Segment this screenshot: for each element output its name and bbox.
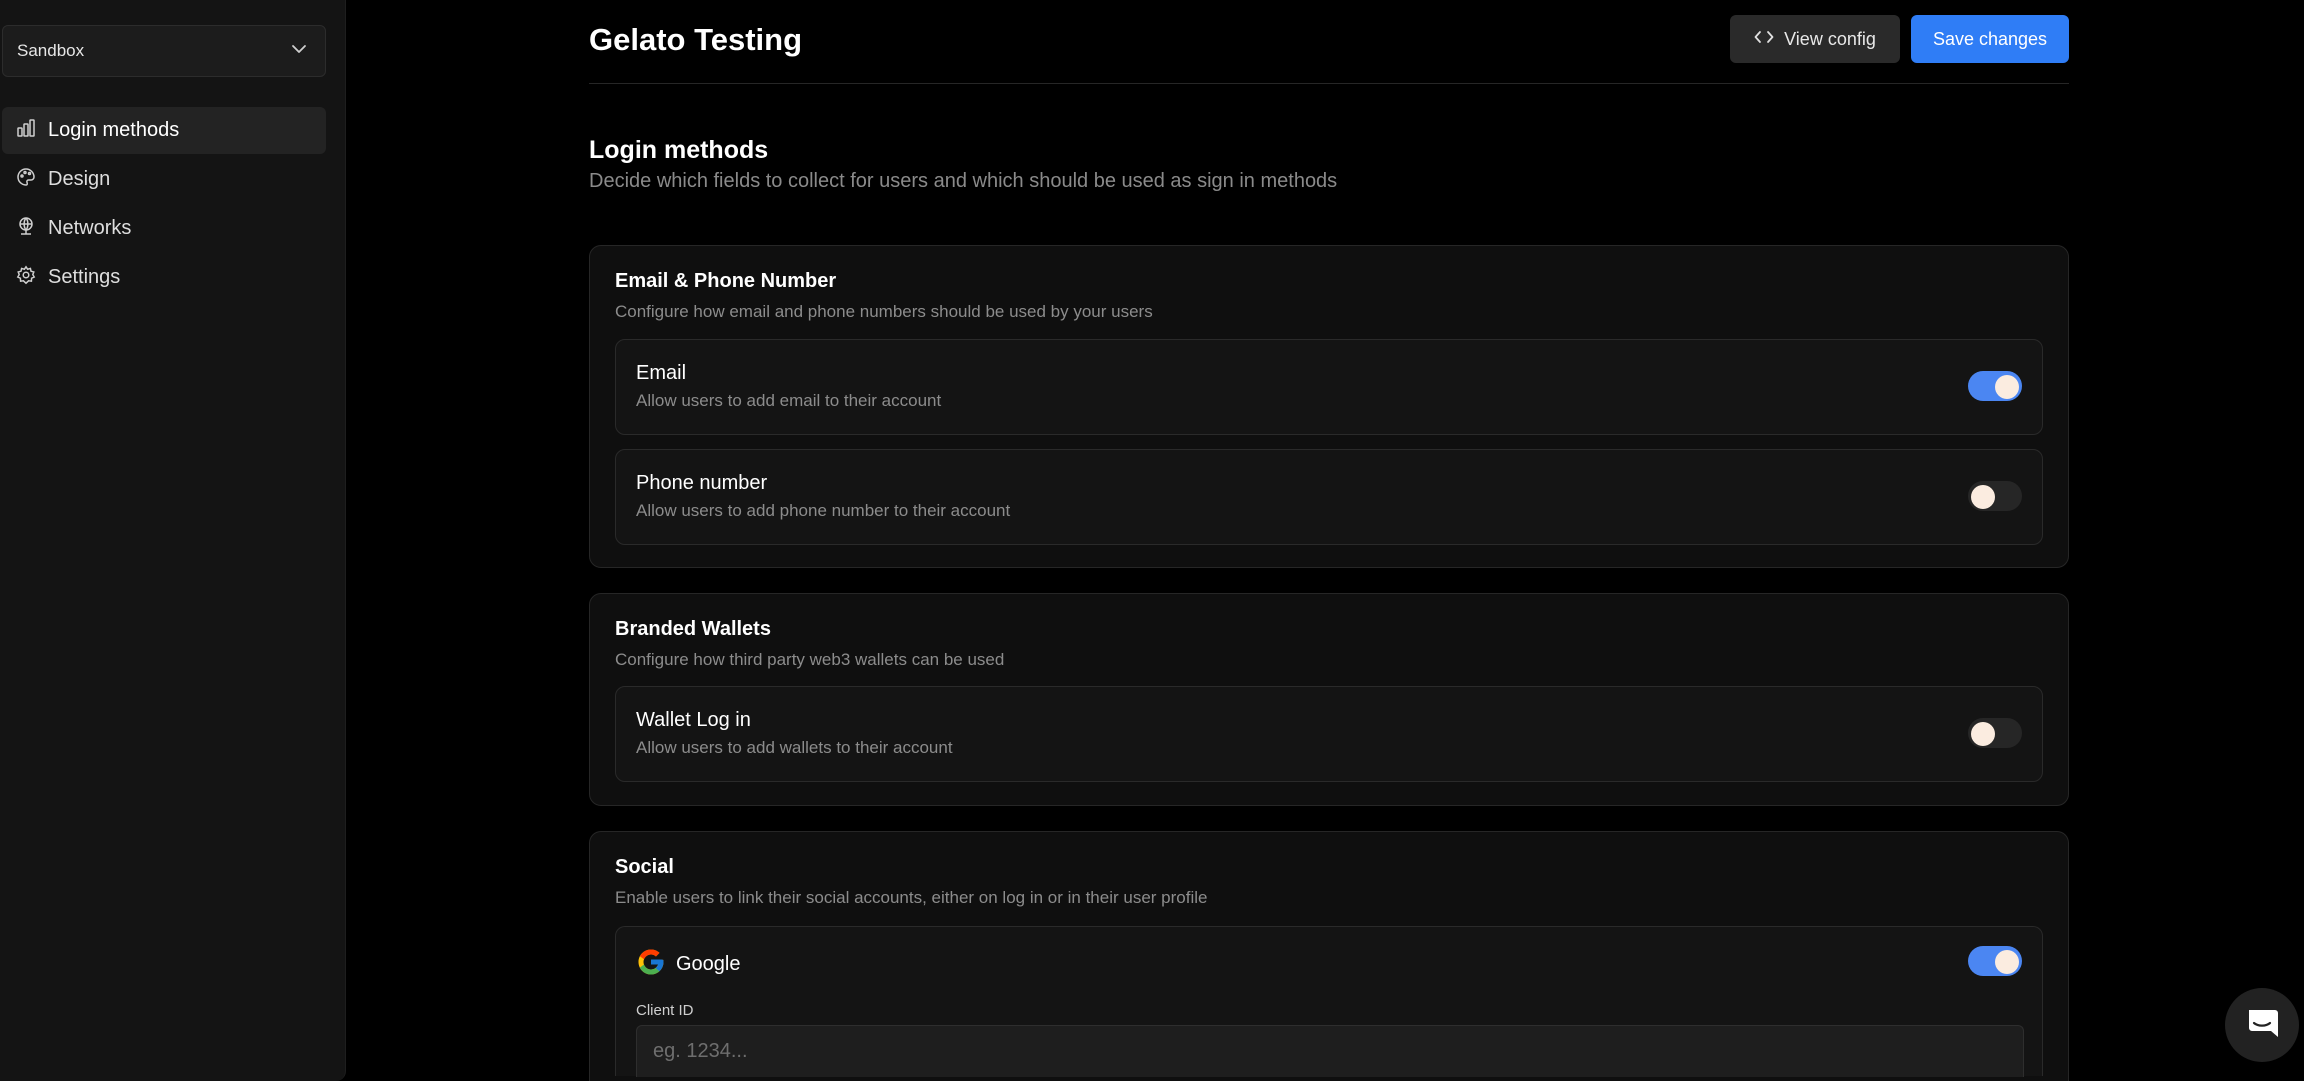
view-config-button[interactable]: View config <box>1730 15 1900 63</box>
chat-icon <box>2243 1004 2281 1047</box>
sidebar-item-label: Settings <box>48 266 121 288</box>
card-title: Email & Phone Number <box>615 270 837 292</box>
sidebar-item-design[interactable]: Design <box>2 156 326 203</box>
google-label: Google <box>676 953 741 975</box>
code-icon <box>1754 29 1774 50</box>
section-description: Decide which fields to collect for users… <box>589 170 1338 192</box>
toggle-knob <box>1995 950 2019 974</box>
toggle-knob <box>1971 722 1995 746</box>
card-description: Configure how email and phone numbers sh… <box>615 302 1153 321</box>
bar-chart-icon <box>16 118 36 144</box>
sidebar-item-label: Design <box>48 168 111 190</box>
project-select[interactable]: Sandbox <box>2 25 326 77</box>
google-header: Google <box>636 947 741 982</box>
toggle-knob <box>1995 375 2019 399</box>
google-toggle[interactable] <box>1968 946 2022 976</box>
branded-wallets-card: Branded Wallets Configure how third part… <box>589 593 2069 806</box>
client-id-label: Client ID <box>636 1002 694 1019</box>
page-title: Gelato Testing <box>589 22 803 57</box>
section-title: Login methods <box>589 136 769 164</box>
view-config-label: View config <box>1784 28 1876 49</box>
wallet-login-toggle[interactable] <box>1968 718 2022 748</box>
chevron-down-icon <box>289 39 309 64</box>
chat-support-button[interactable] <box>2225 988 2299 1062</box>
row-description: Allow users to add email to their accoun… <box>636 391 942 410</box>
sidebar: Sandbox Login methods Design Networks Se… <box>0 0 346 1081</box>
save-changes-button[interactable]: Save changes <box>1911 15 2069 63</box>
email-row: Email Allow users to add email to their … <box>615 339 2043 435</box>
row-title: Phone number <box>636 472 768 494</box>
card-description: Enable users to link their social accoun… <box>615 888 1208 907</box>
sidebar-item-networks[interactable]: Networks <box>2 205 326 252</box>
sidebar-item-login-methods[interactable]: Login methods <box>2 107 326 154</box>
palette-icon <box>16 167 36 193</box>
toggle-knob <box>1971 485 1995 509</box>
google-row: Google Client ID <box>615 926 2043 1077</box>
card-title: Branded Wallets <box>615 618 771 640</box>
wallet-login-row: Wallet Log in Allow users to add wallets… <box>615 686 2043 782</box>
row-title: Email <box>636 362 687 384</box>
email-phone-card: Email & Phone Number Configure how email… <box>589 245 2069 568</box>
google-logo-icon <box>636 947 666 982</box>
row-title: Wallet Log in <box>636 709 751 731</box>
globe-network-icon <box>16 216 36 242</box>
phone-row: Phone number Allow users to add phone nu… <box>615 449 2043 545</box>
header-divider <box>589 83 2069 84</box>
client-id-input[interactable] <box>636 1025 2024 1077</box>
sidebar-item-settings[interactable]: Settings <box>2 254 326 301</box>
card-title: Social <box>615 856 674 878</box>
gear-icon <box>16 264 36 291</box>
sidebar-item-label: Login methods <box>48 119 180 141</box>
row-description: Allow users to add phone number to their… <box>636 501 1011 520</box>
phone-toggle[interactable] <box>1968 481 2022 511</box>
project-select-value: Sandbox <box>17 41 85 60</box>
sidebar-nav: Login methods Design Networks Settings <box>2 107 326 303</box>
card-description: Configure how third party web3 wallets c… <box>615 650 1005 669</box>
row-description: Allow users to add wallets to their acco… <box>636 738 953 757</box>
sidebar-item-label: Networks <box>48 217 132 239</box>
social-card: Social Enable users to link their social… <box>589 831 2069 1081</box>
email-toggle[interactable] <box>1968 371 2022 401</box>
